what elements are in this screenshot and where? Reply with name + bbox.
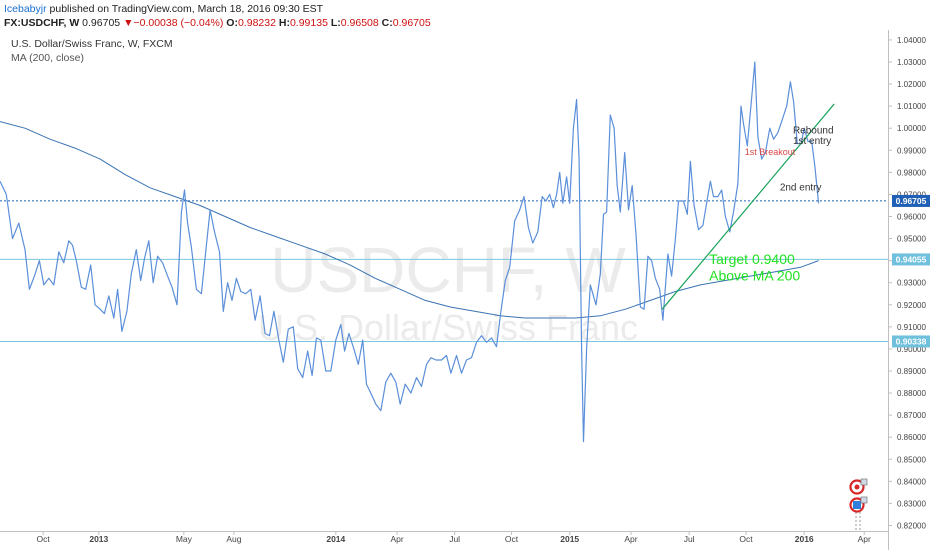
y-tick-label: 0.88000: [897, 389, 926, 398]
x-tick-label: Aug: [226, 534, 241, 544]
low-value: 0.96508: [340, 17, 379, 29]
y-tick-label: 0.99000: [897, 146, 926, 155]
y-tick-label: 0.96000: [897, 212, 926, 221]
y-tick-label: 0.85000: [897, 455, 926, 464]
chart-header: Icebabyjr published on TradingView.com, …: [0, 0, 932, 30]
legend-ma: MA (200, close): [11, 52, 84, 64]
price-change: −0.00038 (−0.04%): [133, 17, 224, 29]
y-tick-label: 0.86000: [897, 433, 926, 442]
high-value: 0.99135: [289, 17, 328, 29]
annotation-1: 1st entry: [793, 136, 831, 147]
high-label: H:: [278, 17, 290, 29]
x-tick-label: Oct: [505, 534, 519, 544]
y-tick-label: 1.04000: [897, 36, 926, 45]
symbol-label: FX:USDCHF, W: [4, 17, 80, 29]
x-tick-label: 2016: [795, 534, 814, 544]
annotation-5: Above MA 200: [709, 268, 800, 284]
x-tick-label: Oct: [37, 534, 51, 544]
x-tick-label: Apr: [390, 534, 403, 544]
low-label: L:: [330, 17, 341, 29]
annotation-0: Rebound: [793, 126, 834, 137]
y-tick-label: 0.92000: [897, 301, 926, 310]
ohlc-line: FX:USDCHF, W 0.96705 ▼−0.00038 (−0.04%) …: [4, 17, 431, 29]
y-tick-label: 1.03000: [897, 58, 926, 67]
x-tick-label: Apr: [624, 534, 637, 544]
x-tick-label: Jul: [449, 534, 460, 544]
y-tick-label: 0.84000: [897, 477, 926, 486]
down-arrow-icon: ▼: [123, 17, 134, 29]
event-icon-badge: [860, 496, 868, 504]
annotation-3: 2nd entry: [780, 183, 822, 194]
x-tick-label: Apr: [858, 534, 871, 544]
publish-info: published on TradingView.com, March 18, …: [49, 3, 324, 15]
price-level-label: 0.90338: [896, 336, 927, 346]
annotation-2: 1st Breakout: [745, 147, 796, 157]
event-icon-badge: [860, 478, 868, 486]
y-tick-label: 0.82000: [897, 521, 926, 530]
y-tick-label: 1.00000: [897, 124, 926, 133]
y-tick-label: 0.98000: [897, 168, 926, 177]
close-label: C:: [381, 17, 393, 29]
event-icon-idea-square: [853, 501, 861, 509]
y-tick-label: 0.93000: [897, 279, 926, 288]
price-level-label: 0.96705: [896, 196, 927, 206]
y-tick-label: 0.91000: [897, 323, 926, 332]
x-tick-label: 2014: [326, 534, 345, 544]
last-price: 0.96705: [82, 17, 121, 29]
y-tick-label: 0.87000: [897, 411, 926, 420]
publish-line: Icebabyjr published on TradingView.com, …: [4, 3, 323, 15]
y-tick-label: 0.95000: [897, 235, 926, 244]
x-tick-label: 2015: [560, 534, 579, 544]
x-tick-label: 2013: [89, 534, 108, 544]
x-tick-label: Jul: [684, 534, 695, 544]
author-link[interactable]: Icebabyjr: [4, 3, 47, 15]
event-icon-dot: [854, 484, 860, 490]
close-value: 0.96705: [392, 17, 431, 29]
price-level-label: 0.94055: [896, 254, 927, 264]
open-value: 0.98232: [237, 17, 276, 29]
x-tick-label: May: [176, 534, 193, 544]
y-tick-label: 0.83000: [897, 499, 926, 508]
annotation-4: Target 0.9400: [709, 251, 795, 267]
price-chart[interactable]: USDCHF, W U.S. Dollar/Swiss Franc Reboun…: [0, 30, 932, 550]
open-label: O:: [226, 17, 238, 29]
y-tick-label: 1.02000: [897, 80, 926, 89]
watermark-symbol: USDCHF, W: [270, 234, 626, 306]
legend-title: U.S. Dollar/Swiss Franc, W, FXCM: [11, 38, 173, 50]
y-tick-label: 1.01000: [897, 102, 926, 111]
y-tick-label: 0.89000: [897, 367, 926, 376]
x-tick-label: Oct: [739, 534, 753, 544]
